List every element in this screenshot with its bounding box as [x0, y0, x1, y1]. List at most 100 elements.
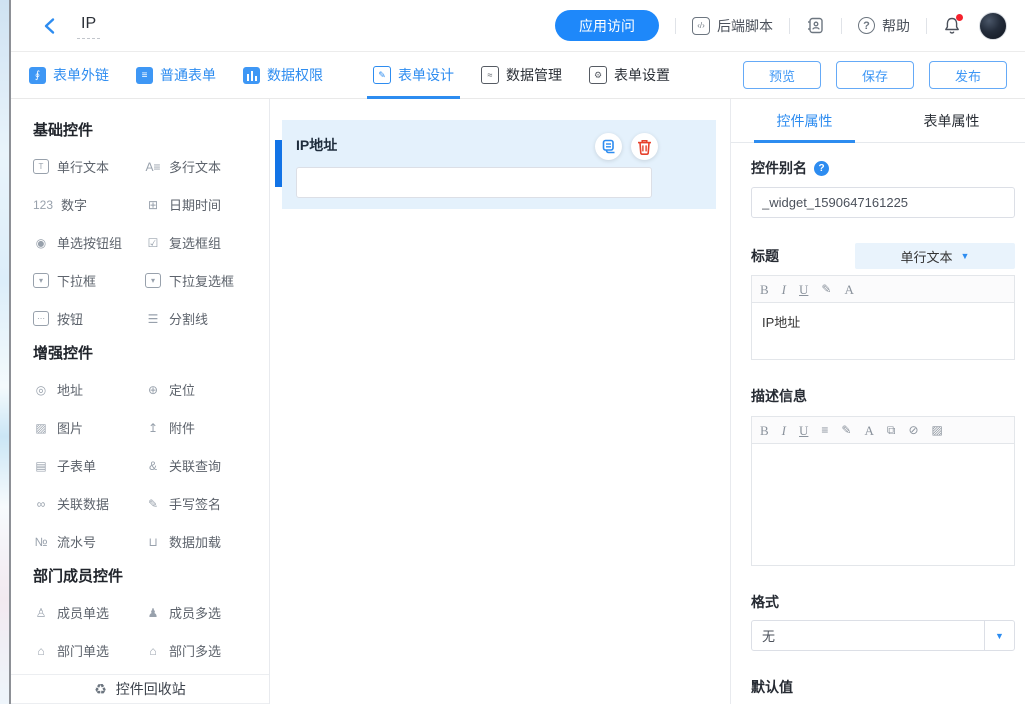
font-color-icon[interactable]: A	[844, 283, 853, 296]
widget-button-icon: ⋯	[33, 311, 49, 326]
widget-linked-query[interactable]: &关联查询	[145, 456, 269, 475]
divider	[926, 18, 927, 34]
form-design-icon: ✎	[373, 66, 391, 84]
alias-input[interactable]	[751, 187, 1015, 218]
widget-multi-line-text[interactable]: A≡多行文本	[145, 157, 269, 176]
tab-form-settings[interactable]: ⚙表单设置	[589, 52, 670, 99]
widget-number[interactable]: 123数字	[33, 195, 145, 214]
widget-subform[interactable]: ▤子表单	[33, 456, 145, 475]
bar-chart-icon	[247, 67, 257, 84]
widget-address[interactable]: ◎地址	[33, 380, 145, 399]
link-data-permission[interactable]: 数据权限	[243, 65, 323, 85]
widget-item-label: 部门多选	[169, 641, 221, 660]
unlink-icon[interactable]: ⊘	[908, 424, 918, 436]
underline-icon[interactable]: U	[799, 424, 808, 437]
widget-dept-single[interactable]: ⌂部门单选	[33, 641, 145, 660]
widget-properties-body: 控件别名 ? 标题 单行文本 ▼ BIU✎A IP地址 描述信息 BIU≡✎A⧉…	[731, 143, 1025, 704]
recycle-label: 控件回收站	[116, 679, 186, 699]
image-icon[interactable]: ▨	[932, 424, 943, 436]
widget-item-label: 数据加载	[169, 532, 221, 551]
bars-icon	[243, 67, 260, 84]
alias-help-icon[interactable]: ?	[814, 161, 829, 176]
widget-button[interactable]: ⋯按钮	[33, 309, 145, 328]
tab-form-design[interactable]: ✎ 表单设计	[373, 52, 454, 99]
bold-icon[interactable]: B	[760, 283, 769, 296]
copy-icon[interactable]: ⧉	[887, 424, 896, 436]
link-icon[interactable]: ✎	[821, 283, 831, 295]
backend-script-button[interactable]: ‹/› 后端脚本	[692, 16, 773, 36]
link-form-external-link[interactable]: ∮表单外链	[29, 65, 109, 85]
italic-icon[interactable]: I	[782, 424, 786, 437]
widget-item-label: 流水号	[57, 532, 96, 551]
widget-single-line-text[interactable]: T单行文本	[33, 157, 145, 176]
widget-item-label: 多行文本	[169, 157, 221, 176]
widget-dept-multi[interactable]: ⌂ 部门多选	[145, 641, 269, 660]
link-icon[interactable]: ✎	[841, 424, 851, 436]
form-designer-app: IP 应用访问 ‹/› 后端脚本 ? 帮助	[11, 0, 1025, 704]
trash-icon	[637, 139, 652, 155]
widget-recycle-bin-button[interactable]: ♻ 控件回收站	[11, 674, 269, 704]
title-type-value: 单行文本	[901, 247, 953, 266]
form-canvas[interactable]: IP地址	[270, 99, 730, 704]
duplicate-widget-button[interactable]	[595, 133, 622, 160]
help-label: 帮助	[882, 16, 910, 36]
publish-button[interactable]: 发布	[929, 61, 1007, 89]
address-book-button[interactable]	[806, 16, 825, 35]
widget-item-label: 地址	[57, 380, 83, 399]
widget-dept-multi-icon: ⌂	[145, 644, 161, 658]
widget-linked-data[interactable]: ∞关联数据	[33, 494, 145, 513]
tab-label: 表单设置	[614, 65, 670, 85]
tab-form-props[interactable]: 表单属性	[878, 99, 1025, 142]
widget-item-label: 图片	[57, 418, 83, 437]
save-button[interactable]: 保存	[836, 61, 914, 89]
widget-attachment[interactable]: ↥附件	[145, 418, 269, 437]
widget-select-icon: ▾	[33, 273, 49, 288]
description-richtext-editor[interactable]	[751, 443, 1015, 566]
bold-icon[interactable]: B	[760, 424, 769, 437]
title-type-dropdown[interactable]: 单行文本 ▼	[855, 243, 1015, 269]
code-icon: ‹/›	[692, 17, 710, 35]
description-richtext-toolbar: BIU ≡ ✎ A ⧉ ⊘ ▨	[751, 416, 1015, 443]
help-button[interactable]: ? 帮助	[858, 16, 910, 36]
sidebar-section-title: 增强控件	[33, 342, 269, 363]
widget-divider-icon: ☰	[145, 312, 161, 326]
widget-member-single[interactable]: ♙成员单选	[33, 603, 145, 622]
widget-image[interactable]: ▨图片	[33, 418, 145, 437]
back-button[interactable]	[41, 16, 61, 36]
divider	[675, 18, 676, 34]
widget-data-load[interactable]: ⊔数据加载	[145, 532, 269, 551]
title-richtext-editor[interactable]: IP地址	[751, 302, 1015, 360]
link-normal-form[interactable]: ≡普通表单	[136, 65, 216, 85]
notification-bell-button[interactable]	[943, 16, 961, 35]
app-access-button[interactable]: 应用访问	[555, 10, 659, 41]
widget-divider[interactable]: ☰分割线	[145, 309, 269, 328]
widget-datetime[interactable]: ⊞日期时间	[145, 195, 269, 214]
widget-location[interactable]: ⊕定位	[145, 380, 269, 399]
underline-icon[interactable]: U	[799, 283, 808, 296]
divider	[789, 18, 790, 34]
italic-icon[interactable]: I	[782, 283, 786, 296]
page-title[interactable]: IP	[77, 13, 100, 39]
widget-select[interactable]: ▾下拉框	[33, 271, 145, 290]
delete-widget-button[interactable]	[631, 133, 658, 160]
title-richtext-toolbar: BIU ✎ A	[751, 275, 1015, 302]
selected-widget-ip-address[interactable]: IP地址	[282, 120, 716, 209]
widget-multi-select[interactable]: ▾下拉复选框	[145, 271, 269, 290]
user-avatar[interactable]	[979, 12, 1007, 40]
widget-item-label: 附件	[169, 418, 195, 437]
widget-label: IP地址	[296, 133, 337, 155]
preview-button[interactable]: 预览	[743, 61, 821, 89]
font-color-icon[interactable]: A	[864, 424, 873, 437]
widget-radio-group[interactable]: ◉单选按钮组	[33, 233, 145, 252]
widget-serial-number[interactable]: №流水号	[33, 532, 145, 551]
align-icon[interactable]: ≡	[821, 424, 828, 436]
widget-signature[interactable]: ✎手写签名	[145, 494, 269, 513]
widget-checkbox-group[interactable]: ☑复选框组	[145, 233, 269, 252]
tab-data-manage[interactable]: ≈数据管理	[481, 52, 562, 99]
tab-widget-props[interactable]: 控件属性	[731, 99, 878, 142]
format-select[interactable]: 无 ▼	[751, 620, 1015, 651]
ip-address-input[interactable]	[296, 167, 652, 198]
widget-member-multi[interactable]: ♟成员多选	[145, 603, 269, 622]
title-label: 标题	[751, 246, 779, 266]
tab-label: 表单设计	[398, 65, 454, 85]
